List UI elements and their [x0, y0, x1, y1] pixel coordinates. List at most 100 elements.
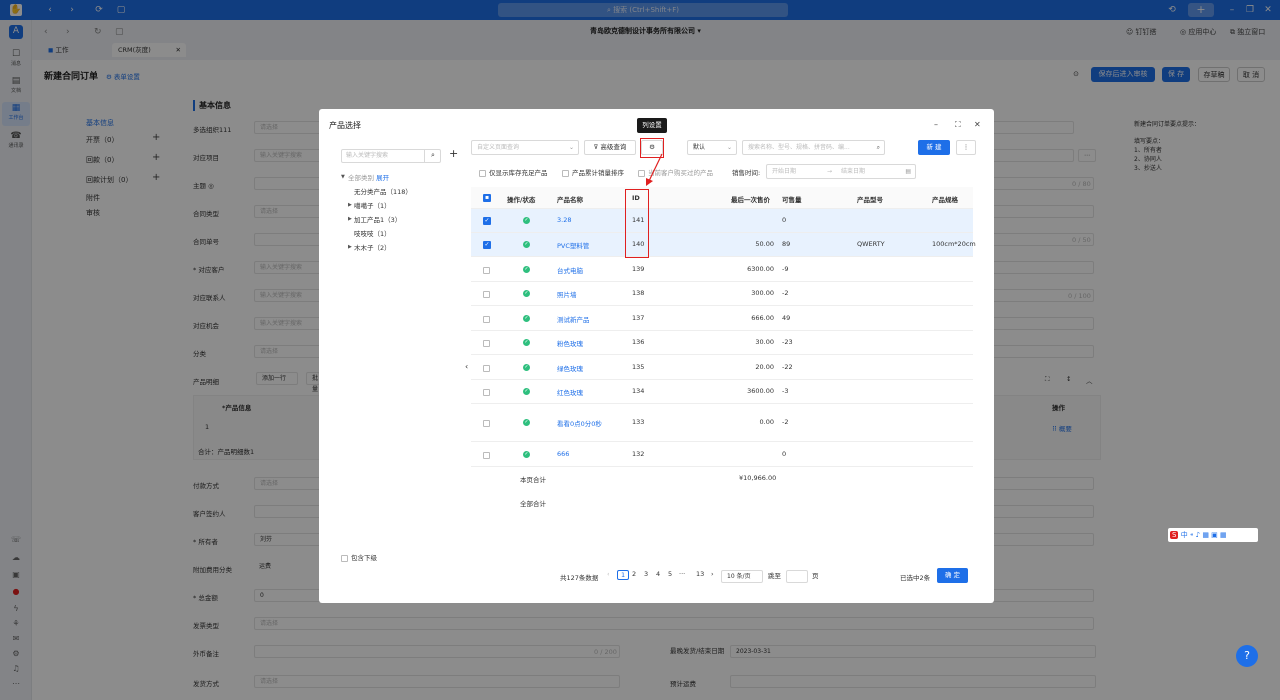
- minimize-icon[interactable]: –: [934, 120, 938, 129]
- caret-down-icon[interactable]: ▼: [341, 174, 345, 180]
- row-checkbox[interactable]: ✓: [483, 217, 491, 225]
- arrow-right-icon: →: [827, 168, 833, 175]
- tree-item[interactable]: 加工产品1（3）: [354, 214, 401, 224]
- chevron-down-icon: ⌄: [726, 144, 732, 151]
- prev-page-icon[interactable]: ‹: [607, 570, 610, 578]
- last-price: 30.00: [755, 338, 774, 346]
- table-row[interactable]: [471, 331, 973, 355]
- page-suffix: 页: [812, 572, 819, 580]
- tree-item[interactable]: 吱吱吱（1）: [354, 228, 391, 238]
- sort-select[interactable]: 默认 ⌄: [687, 140, 737, 155]
- date-range-picker[interactable]: 开始日期 → 结束日期 ▤: [766, 164, 916, 179]
- tree-item[interactable]: 噶噶子（1）: [354, 200, 391, 210]
- col-sellable: 可售量: [782, 196, 802, 204]
- row-checkbox[interactable]: [483, 315, 493, 324]
- cumulative-sort-checkbox[interactable]: 产品累计销量排序: [562, 167, 624, 177]
- caret-right-icon[interactable]: ▶: [348, 216, 352, 222]
- sellable-qty: 0: [782, 216, 787, 224]
- page-1[interactable]: 1: [617, 570, 630, 580]
- table-row[interactable]: [471, 257, 973, 282]
- expand-icon[interactable]: ⛶: [955, 120, 961, 130]
- collapse-panel-icon[interactable]: ‹: [465, 362, 468, 371]
- page-4[interactable]: 4: [656, 570, 660, 578]
- product-name[interactable]: 绿色玫瑰: [557, 363, 583, 373]
- table-row[interactable]: [471, 306, 973, 331]
- page-3[interactable]: 3: [644, 570, 648, 578]
- sellable-qty: -2: [782, 418, 789, 426]
- page-ellipsis[interactable]: ···: [679, 570, 685, 578]
- search-icon[interactable]: ⌕: [424, 149, 441, 163]
- close-icon[interactable]: ✕: [974, 120, 981, 129]
- product-name[interactable]: PVC塑料管: [557, 240, 589, 250]
- table-row[interactable]: [471, 209, 973, 233]
- ime-toolbar[interactable]: S 中 ⁌ ♪ ▦ ▣ ▦: [1168, 528, 1258, 542]
- table-row[interactable]: [471, 404, 973, 442]
- jump-input[interactable]: [786, 570, 808, 583]
- row-checkbox[interactable]: [483, 364, 493, 373]
- row-checkbox[interactable]: [483, 290, 493, 299]
- table-row[interactable]: [471, 442, 973, 467]
- table-row[interactable]: [471, 355, 973, 380]
- product-name[interactable]: 666: [557, 450, 569, 458]
- product-name[interactable]: 台式电脑: [557, 265, 583, 275]
- status-icon: ✓: [523, 419, 530, 426]
- page-2[interactable]: 2: [632, 570, 636, 578]
- row-checkbox[interactable]: [483, 388, 493, 397]
- stock-only-checkbox[interactable]: 仅显示库存充足产品: [479, 167, 548, 177]
- status-icon: ✓: [523, 217, 530, 224]
- include-sub-checkbox[interactable]: 包含下级: [341, 552, 377, 562]
- product-name[interactable]: 3.28: [557, 216, 571, 224]
- row-checkbox[interactable]: [483, 419, 493, 428]
- product-search-input[interactable]: 搜索名称、型号、规格、拼音码、编... ⌕: [742, 140, 885, 155]
- status-icon: ✓: [523, 388, 530, 395]
- tree-item[interactable]: 木木子（2）: [354, 242, 391, 252]
- highlight-box: [625, 189, 649, 258]
- page-5[interactable]: 5: [668, 570, 672, 578]
- custom-query-select[interactable]: 自定义页面查询 ⌄: [471, 140, 579, 155]
- status-icon: ✓: [523, 265, 530, 273]
- help-button[interactable]: ?: [1236, 645, 1258, 667]
- select-all-checkbox[interactable]: ▪: [483, 194, 491, 202]
- tree-root[interactable]: 全部类别 展开: [348, 172, 389, 182]
- status-icon: ✓: [523, 241, 530, 248]
- table-row[interactable]: [471, 380, 973, 404]
- product-id: 138: [632, 289, 645, 297]
- ime-logo-icon: S: [1170, 531, 1179, 539]
- caret-right-icon[interactable]: ▶: [348, 202, 352, 208]
- page-total-value: ¥10,966.00: [739, 474, 777, 482]
- add-category-icon[interactable]: +: [449, 147, 458, 160]
- page-total-label: 本页合计: [520, 476, 546, 484]
- modal-title: 产品选择: [329, 121, 361, 130]
- last-price: 50.00: [755, 240, 774, 248]
- product-name[interactable]: 看看0点0分0秒: [557, 418, 602, 428]
- status-icon: ✓: [523, 363, 530, 371]
- last-price: 20.00: [755, 362, 774, 371]
- row-checkbox[interactable]: [483, 451, 493, 460]
- product-name[interactable]: 测试新产品: [557, 314, 590, 324]
- product-id: 135: [632, 362, 645, 371]
- product-name[interactable]: 红色玫瑰: [557, 387, 583, 397]
- product-name[interactable]: 照片墙: [557, 289, 577, 299]
- product-id: 132: [632, 449, 645, 458]
- sellable-qty: -23: [782, 338, 793, 346]
- search-icon: ⌕: [876, 144, 880, 151]
- sale-time-label: 销售时间:: [732, 169, 761, 177]
- table-row[interactable]: [471, 233, 973, 257]
- caret-right-icon[interactable]: ▶: [348, 244, 352, 250]
- product-id: 136: [632, 338, 645, 346]
- new-product-button[interactable]: 新 建: [918, 140, 950, 155]
- row-checkbox[interactable]: [483, 339, 493, 348]
- row-checkbox[interactable]: ✓: [483, 241, 491, 249]
- product-name[interactable]: 粉色玫瑰: [557, 338, 583, 348]
- last-price: 300.00: [751, 289, 774, 297]
- row-checkbox[interactable]: [483, 266, 493, 275]
- advanced-query-button[interactable]: ⊽ 高级查询: [584, 140, 636, 155]
- page-size-select[interactable]: 10 条/页: [721, 570, 763, 583]
- more-icon[interactable]: ⋮: [956, 140, 976, 155]
- tree-item[interactable]: 无分类产品（118）: [354, 186, 412, 196]
- page-13[interactable]: 13: [696, 570, 704, 578]
- last-price: 6300.00: [747, 264, 774, 273]
- confirm-button[interactable]: 确 定: [937, 568, 968, 583]
- table-row[interactable]: [471, 282, 973, 306]
- next-page-icon[interactable]: ›: [711, 570, 714, 578]
